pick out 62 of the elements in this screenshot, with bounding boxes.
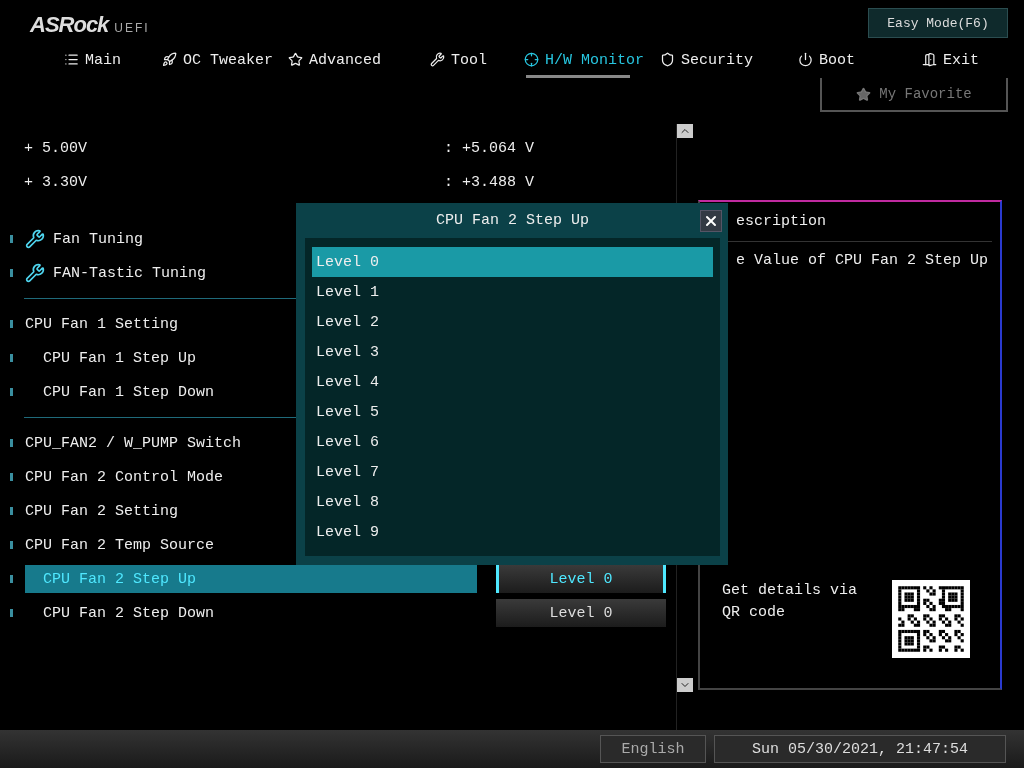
bullet-icon [10,575,13,583]
bullet-icon [10,320,13,328]
bullet-icon [10,473,13,481]
star-icon [856,86,872,102]
bullet-icon [10,354,13,362]
qr-caption: Get details via QR code [722,581,859,623]
voltage-label: + 5.00V [24,139,88,157]
menu-tab[interactable]: Boot [798,44,922,78]
rocket-icon [162,52,177,67]
menu-tab[interactable]: Security [660,44,798,78]
scroll-up-icon[interactable] [677,124,693,138]
bullet-icon [10,439,13,447]
option-item[interactable]: Level 9 [312,517,713,547]
bullet-icon [10,235,13,243]
option-item[interactable]: Level 5 [312,397,713,427]
scroll-down-icon[interactable] [677,678,693,692]
brand-logo: ASRock [30,12,109,38]
description-text: e Value of CPU Fan 2 Step Up [735,251,990,269]
menu-tab[interactable]: OC Tweaker [162,44,288,78]
wrench-icon [25,229,45,249]
wrench-icon [25,263,45,283]
menu-tab[interactable]: Tool [430,44,524,78]
dialog-title: CPU Fan 2 Step Up [436,212,589,229]
language-button[interactable]: English [600,735,706,763]
power-icon [798,52,813,67]
menu-tab[interactable]: Advanced [288,44,430,78]
wrench-icon [430,52,445,67]
easy-mode-button[interactable]: Easy Mode(F6) [868,8,1008,38]
bullet-icon [10,541,13,549]
option-item[interactable]: Level 3 [312,337,713,367]
option-item[interactable]: Level 7 [312,457,713,487]
crosshair-icon [524,52,539,67]
option-item[interactable]: Level 8 [312,487,713,517]
favorite-button[interactable]: My Favorite [820,78,1008,112]
bullet-icon [10,609,13,617]
tool-link[interactable]: Fan Tuning [53,230,143,248]
option-item[interactable]: Level 2 [312,307,713,337]
setting-item[interactable]: CPU Fan 2 Step Down [25,599,477,627]
logo-suffix: UEFI [114,21,150,35]
menu-tab[interactable]: Main [64,44,162,78]
bullet-icon [10,269,13,277]
menu-tab[interactable]: Exit [922,44,1022,78]
value-button[interactable]: Level 0 [496,565,666,593]
bullet-icon [10,507,13,515]
door-icon [922,52,937,67]
option-item[interactable]: Level 4 [312,367,713,397]
option-item[interactable]: Level 6 [312,427,713,457]
voltage-value: : +3.488 V [444,173,534,191]
star-icon [288,52,303,67]
panel-heading: escription [736,213,826,230]
date-time: Sun 05/30/2021, 21:47:54 [714,735,1006,763]
voltage-value: : +5.064 V [444,139,534,157]
close-button[interactable] [700,210,722,232]
close-icon [703,213,719,229]
option-item[interactable]: Level 1 [312,277,713,307]
tool-link[interactable]: FAN-Tastic Tuning [53,264,207,282]
shield-icon [660,52,675,67]
value-button[interactable]: Level 0 [496,599,666,627]
bullet-icon [10,388,13,396]
voltage-label: + 3.30V [24,173,88,191]
list-icon [64,52,79,67]
menu-tab[interactable]: H/W Monitor [524,44,660,78]
